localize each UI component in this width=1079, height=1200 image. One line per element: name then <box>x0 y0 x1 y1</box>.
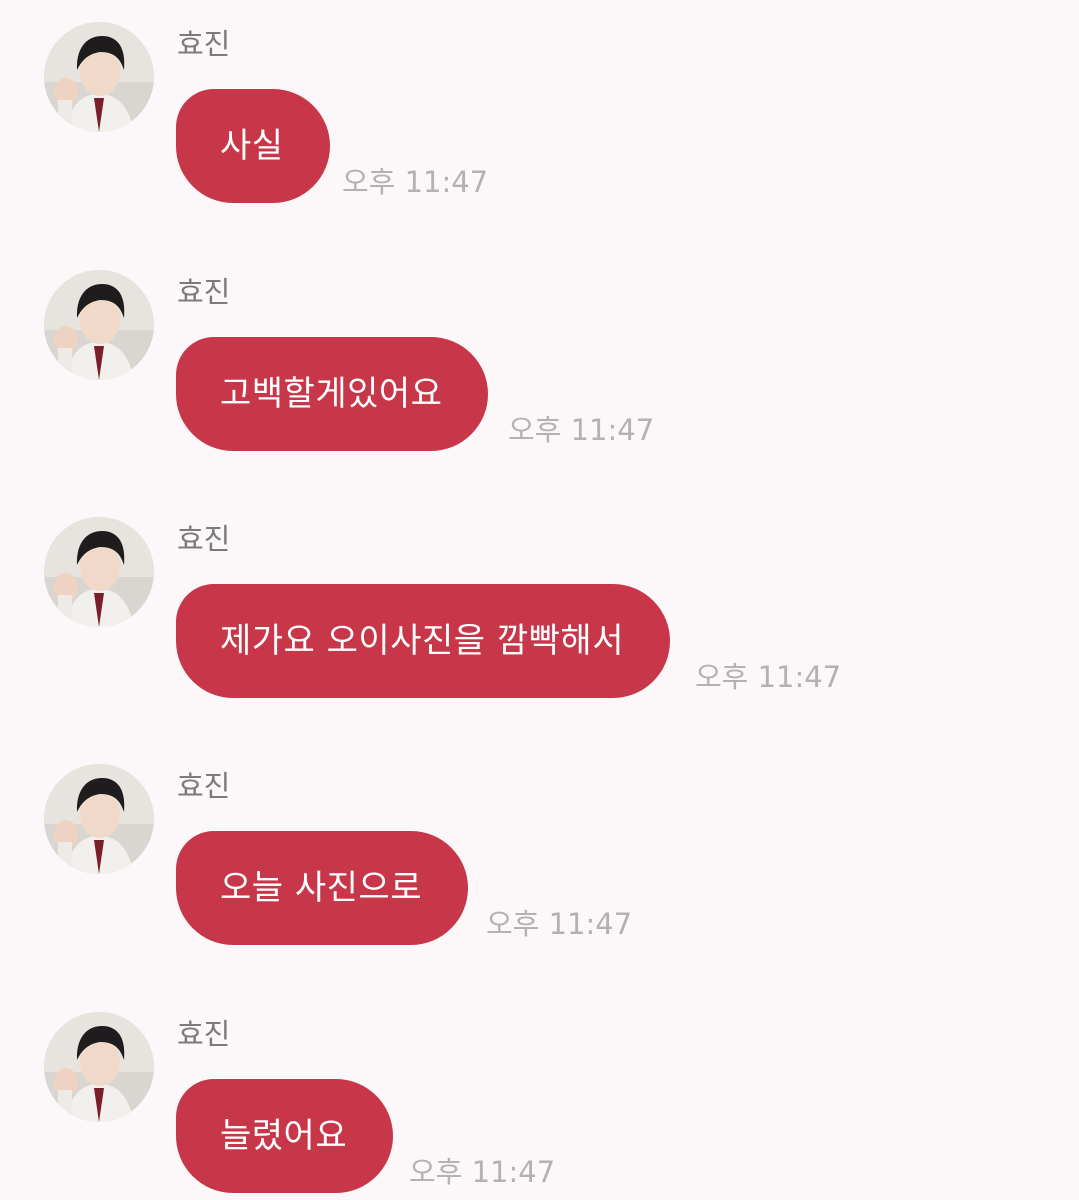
profile-photo-icon <box>44 1012 154 1122</box>
sender-name: 효진 <box>177 27 231 61</box>
sender-name: 효진 <box>177 1017 231 1051</box>
message-row: 효진 사실 오후 11:47 <box>0 0 1079 203</box>
avatar[interactable] <box>44 764 154 874</box>
message-timestamp: 오후 11:47 <box>486 907 633 941</box>
message-timestamp: 오후 11:47 <box>695 660 842 694</box>
message-bubble[interactable]: 제가요 오이사진을 깜빡해서 <box>176 584 670 698</box>
avatar[interactable] <box>44 270 154 380</box>
profile-photo-icon <box>44 764 154 874</box>
message-timestamp: 오후 11:47 <box>508 413 655 447</box>
message-row: 효진 고백할게있어요 오후 11:47 <box>0 248 1079 451</box>
profile-photo-icon <box>44 517 154 627</box>
chat-thread: 효진 사실 오후 11:47 효진 고백할게있어요 오후 11:47 효진 제가… <box>0 0 1079 1200</box>
profile-photo-icon <box>44 22 154 132</box>
message-bubble[interactable]: 늘렸어요 <box>176 1079 394 1193</box>
profile-photo-icon <box>44 270 154 380</box>
message-timestamp: 오후 11:47 <box>409 1155 556 1189</box>
message-row: 효진 제가요 오이사진을 깜빡해서 오후 11:47 <box>0 495 1079 698</box>
message-row: 효진 늘렸어요 오후 11:47 <box>0 990 1079 1193</box>
sender-name: 효진 <box>177 522 231 556</box>
avatar[interactable] <box>44 517 154 627</box>
sender-name: 효진 <box>177 275 231 309</box>
message-timestamp: 오후 11:47 <box>342 165 489 199</box>
avatar[interactable] <box>44 22 154 132</box>
message-bubble[interactable]: 사실 <box>176 89 330 203</box>
avatar[interactable] <box>44 1012 154 1122</box>
message-row: 효진 오늘 사진으로 오후 11:47 <box>0 742 1079 945</box>
message-bubble[interactable]: 오늘 사진으로 <box>176 831 468 945</box>
sender-name: 효진 <box>177 769 231 803</box>
message-bubble[interactable]: 고백할게있어요 <box>176 337 489 451</box>
